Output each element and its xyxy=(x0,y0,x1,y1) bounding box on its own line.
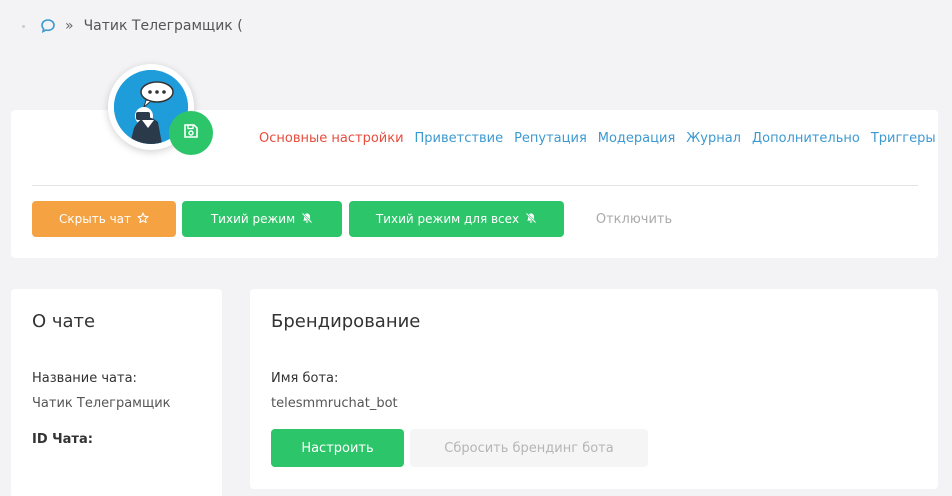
save-avatar-button[interactable] xyxy=(169,111,213,155)
silent-mode-all-label: Тихий режим для всех xyxy=(375,212,520,226)
silent-mode-label: Тихий режим xyxy=(210,212,296,226)
bot-name-label: Имя бота: xyxy=(271,371,339,386)
tab-basic-settings[interactable]: Основные настройки xyxy=(259,131,404,146)
chat-bubble-icon[interactable] xyxy=(39,17,57,35)
bell-off-icon xyxy=(301,212,313,227)
floppy-disk-icon xyxy=(183,123,199,143)
silent-mode-all-button[interactable]: Тихий режим для всех xyxy=(349,201,564,237)
hide-chat-button[interactable]: Скрыть чат xyxy=(32,201,176,237)
chat-name-label: Название чата: xyxy=(32,371,137,386)
branding-title: Брендирование xyxy=(271,311,421,332)
bot-name-value: telesmmruchat_bot xyxy=(271,396,398,411)
disable-button[interactable]: Отключить xyxy=(578,201,690,237)
about-chat-card: О чате Название чата: Чатик Телеграмщик … xyxy=(11,289,222,496)
about-chat-title: О чате xyxy=(32,311,96,332)
divider xyxy=(32,185,918,186)
tab-additional[interactable]: Дополнительно xyxy=(752,131,860,146)
breadcrumb: » Чатик Телеграмщик ( xyxy=(22,16,243,36)
star-icon xyxy=(137,211,149,227)
breadcrumb-current: Чатик Телеграмщик ( xyxy=(83,18,243,34)
top-bar: » Чатик Телеграмщик ( xyxy=(0,0,952,56)
tab-greeting[interactable]: Приветствие xyxy=(415,131,504,146)
tab-reputation[interactable]: Репутация xyxy=(514,131,587,146)
tab-moderation[interactable]: Модерация xyxy=(598,131,676,146)
tab-triggers[interactable]: Триггеры xyxy=(871,131,936,146)
reset-branding-button[interactable]: Сбросить брендинг бота xyxy=(410,429,648,467)
settings-tabs: Основные настройки Приветствие Репутация… xyxy=(259,131,936,146)
chat-id-label: ID Чата: xyxy=(32,432,93,447)
breadcrumb-dot xyxy=(22,24,25,28)
breadcrumb-separator: » xyxy=(65,18,74,34)
setup-branding-button[interactable]: Настроить xyxy=(271,429,404,467)
chat-name-value: Чатик Телеграмщик xyxy=(32,396,171,411)
silent-mode-button[interactable]: Тихий режим xyxy=(182,201,342,237)
hide-chat-label: Скрыть чат xyxy=(58,212,132,226)
tab-journal[interactable]: Журнал xyxy=(686,131,741,146)
branding-card: Брендирование Имя бота: telesmmruchat_bo… xyxy=(250,289,938,489)
bell-off-icon xyxy=(525,212,537,227)
